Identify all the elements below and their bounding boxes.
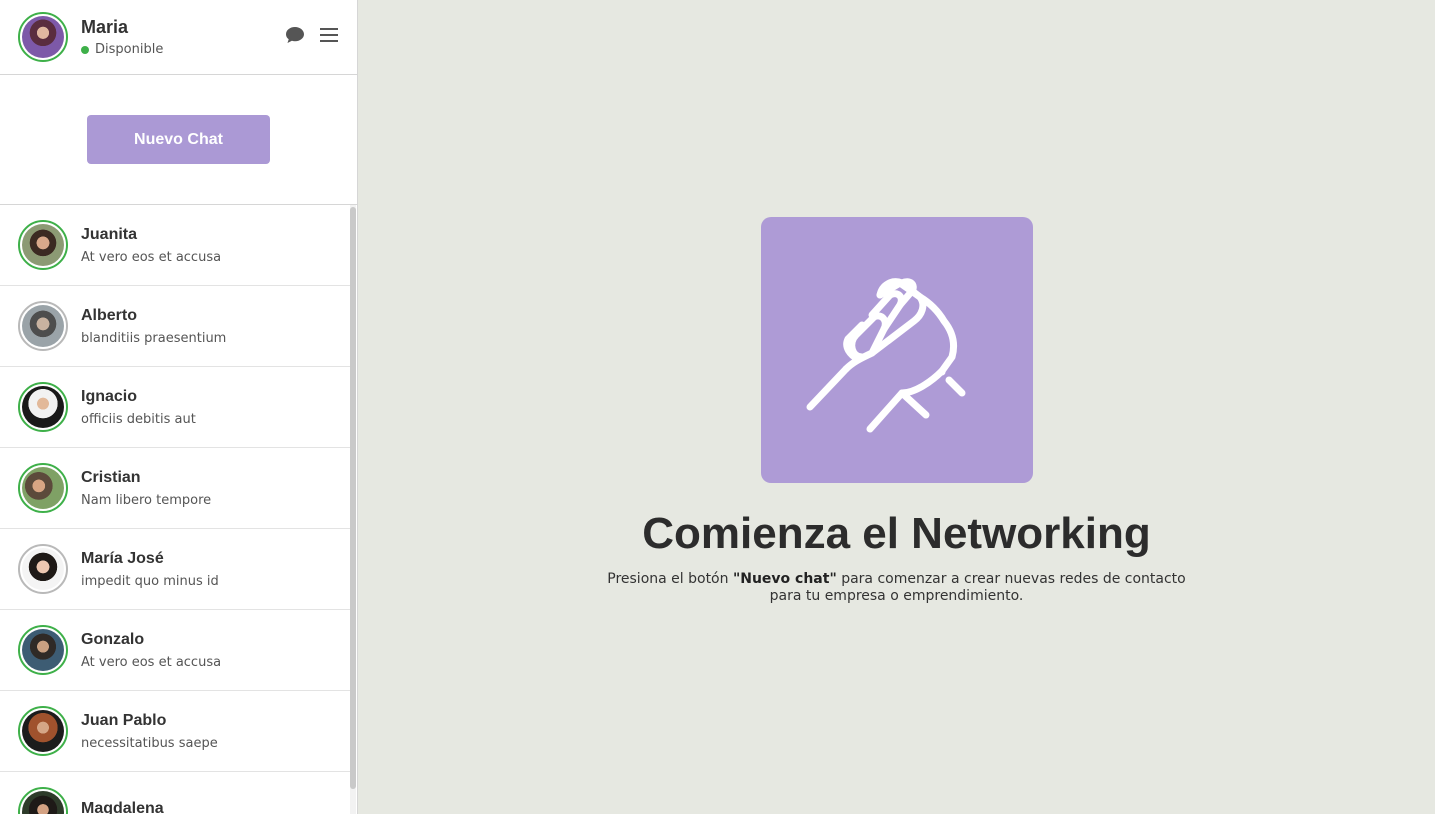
contact-name: Alberto <box>81 306 137 324</box>
contact-avatar <box>18 220 68 270</box>
contact-avatar <box>18 544 68 594</box>
contact-name: Juan Pablo <box>81 711 167 729</box>
contact-avatar <box>18 706 68 756</box>
chat-bubble-icon[interactable] <box>285 26 305 48</box>
user-profile-header: Maria Disponible <box>0 0 357 75</box>
page-title: Comienza el Networking <box>642 509 1151 558</box>
chat-item-magdalena[interactable]: Magdalena <box>0 772 351 814</box>
chat-item-juan-pablo[interactable]: Juan Pablo necessitatibus saepe <box>0 691 351 772</box>
new-chat-button[interactable]: Nuevo Chat <box>87 115 270 164</box>
chat-item-ignacio[interactable]: Ignacio officiis debitis aut <box>0 367 351 448</box>
message-preview: impedit quo minus id <box>81 573 219 589</box>
chat-item-cristian[interactable]: Cristian Nam libero tempore <box>0 448 351 529</box>
message-preview: At vero eos et accusa <box>81 249 222 265</box>
message-preview: officiis debitis aut <box>81 411 196 427</box>
chat-item-alberto[interactable]: Alberto blanditiis praesentium <box>0 286 351 367</box>
chat-list-container: Juanita At vero eos et accusa Alberto bl… <box>0 205 357 814</box>
user-avatar[interactable] <box>18 12 68 62</box>
contact-name: Juanita <box>81 225 138 243</box>
user-name: Maria <box>81 17 129 37</box>
contact-avatar <box>18 382 68 432</box>
online-status-dot <box>81 45 89 54</box>
main-panel: Comienza el Networking Presiona el botón… <box>358 0 1435 814</box>
description-highlight: "Nuevo chat" <box>732 571 837 587</box>
message-preview: necessitatibus saepe <box>81 735 218 751</box>
chat-list-scrollbar[interactable] <box>350 205 356 814</box>
chat-item-juanita[interactable]: Juanita At vero eos et accusa <box>0 205 351 286</box>
user-status-label: Disponible <box>95 42 164 57</box>
scrollbar-thumb[interactable] <box>350 207 356 789</box>
contact-avatar <box>18 301 68 351</box>
contact-name: Gonzalo <box>81 630 145 648</box>
chat-item-gonzalo[interactable]: Gonzalo At vero eos et accusa <box>0 610 351 691</box>
sidebar: Maria Disponible Nuevo Chat Juanita At v… <box>0 0 358 814</box>
contact-avatar <box>18 463 68 513</box>
handshake-icon <box>760 217 1033 483</box>
contact-name: María José <box>81 549 164 567</box>
contact-name: Ignacio <box>81 387 138 405</box>
chat-list: Juanita At vero eos et accusa Alberto bl… <box>0 205 357 814</box>
description-prefix: Presiona el botón <box>607 571 733 587</box>
hamburger-menu-icon[interactable] <box>319 26 339 48</box>
contact-name: Magdalena <box>81 800 164 814</box>
user-status: Disponible <box>81 42 163 57</box>
contact-name: Cristian <box>81 468 141 486</box>
contact-avatar <box>18 787 68 814</box>
app: Maria Disponible Nuevo Chat Juanita At v… <box>0 0 1435 814</box>
message-preview: Nam libero tempore <box>81 492 212 508</box>
contact-avatar <box>18 625 68 675</box>
message-preview: blanditiis praesentium <box>81 330 227 346</box>
message-preview: At vero eos et accusa <box>81 654 222 670</box>
page-description: Presiona el botón "Nuevo chat" para come… <box>597 571 1197 605</box>
chat-item-maria-jose[interactable]: María José impedit quo minus id <box>0 529 351 610</box>
new-chat-area: Nuevo Chat <box>0 75 357 205</box>
